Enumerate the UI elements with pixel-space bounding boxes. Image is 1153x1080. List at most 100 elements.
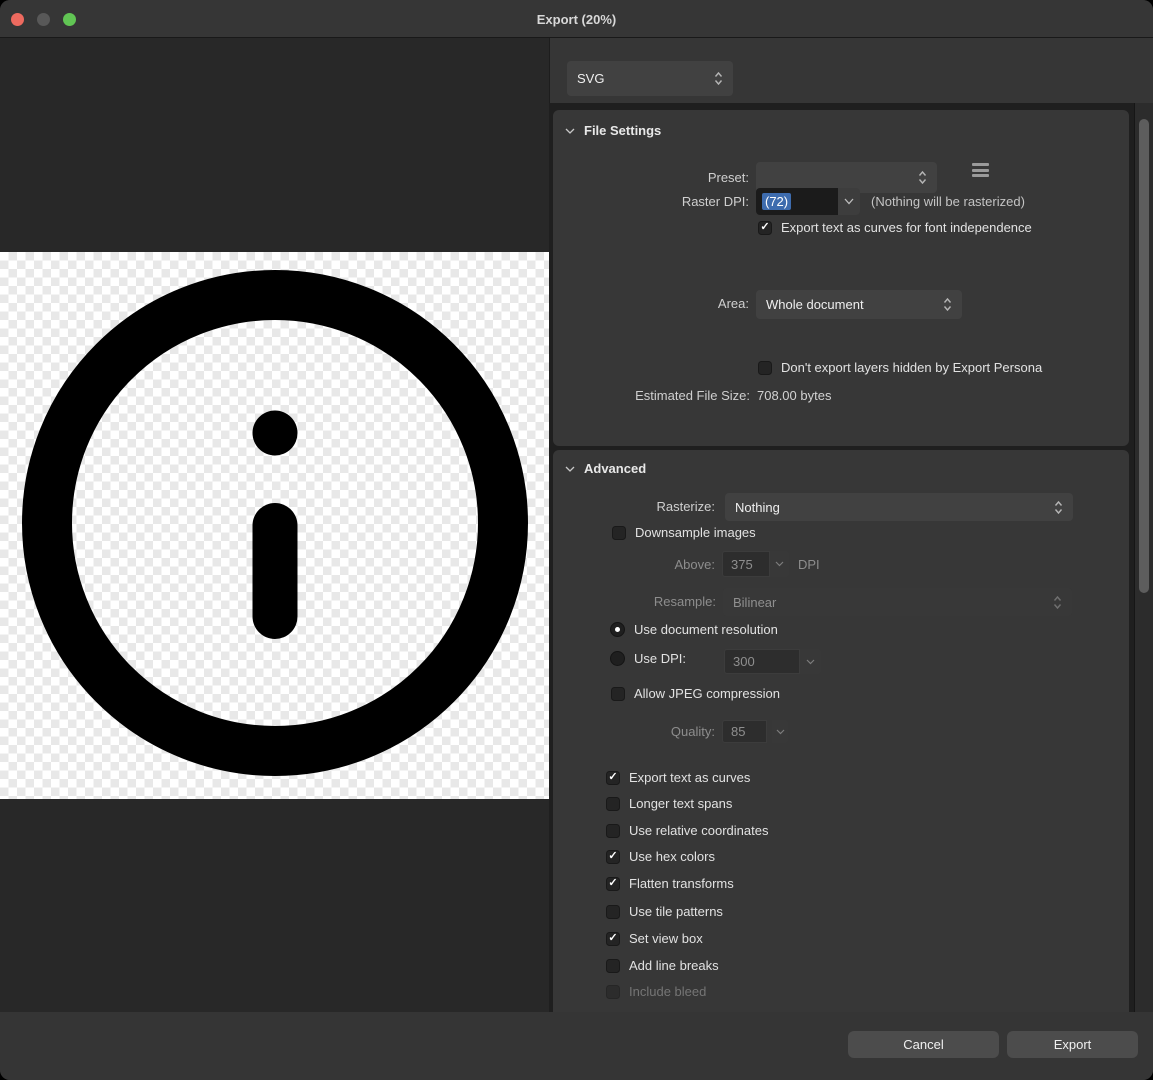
chevron-down-icon [775, 561, 784, 567]
raster-dpi-dropdown-button[interactable] [838, 188, 860, 215]
estimated-size-label: Estimated File Size: [553, 388, 750, 404]
section-title: Advanced [584, 461, 646, 476]
chevron-down-icon [565, 466, 575, 472]
checkbox-dont-export-hidden[interactable]: ✓ Don't export layers hidden by Export P… [758, 360, 1042, 375]
checkbox-box: ✓ [606, 959, 620, 973]
checkbox-allow-jpeg-compression[interactable]: ✓ Allow JPEG compression [611, 686, 780, 701]
checkbox-use-hex-colors[interactable]: ✓ Use hex colors [606, 849, 715, 864]
checkbox-label: Use relative coordinates [629, 823, 768, 838]
checkbox-box: ✓ [606, 850, 620, 864]
rasterize-select-value: Nothing [735, 500, 1054, 515]
checkbox-box: ✓ [606, 932, 620, 946]
chevron-down-icon [844, 198, 854, 205]
quality-dropdown-button[interactable] [772, 720, 788, 743]
checkbox-box: ✓ [758, 221, 772, 235]
use-dpi-value: 300 [733, 654, 755, 669]
quality-input[interactable]: 85 [722, 720, 767, 743]
raster-dpi-note: (Nothing will be rasterized) [871, 194, 1025, 210]
checkbox-label: Flatten transforms [629, 876, 734, 891]
checkbox-use-relative-coordinates[interactable]: ✓ Use relative coordinates [606, 823, 768, 838]
checkbox-label: Set view box [629, 931, 703, 946]
file-settings-header[interactable]: File Settings [565, 123, 661, 138]
checkbox-box: ✓ [606, 797, 620, 811]
updown-chevrons-icon [943, 297, 952, 312]
updown-chevrons-icon [1053, 595, 1062, 610]
checkbox-add-line-breaks[interactable]: ✓ Add line breaks [606, 958, 719, 973]
preset-menu-icon[interactable] [972, 163, 989, 177]
checkbox-label: Export text as curves [629, 770, 750, 785]
check-icon: ✓ [608, 878, 617, 889]
raster-dpi-input[interactable]: (72) [756, 188, 838, 215]
radio-circle [610, 622, 625, 637]
checkbox-box: ✓ [606, 824, 620, 838]
checkbox-downsample-images[interactable]: ✓ Downsample images [612, 525, 756, 540]
scrollbar-thumb[interactable] [1139, 119, 1149, 593]
above-label: Above: [553, 557, 715, 573]
info-icon-artwork [0, 252, 549, 799]
checkbox-use-tile-patterns[interactable]: ✓ Use tile patterns [606, 904, 723, 919]
estimated-size-value: 708.00 bytes [757, 388, 831, 404]
file-settings-section: File Settings Preset: Raster DPI: (72) [553, 110, 1129, 446]
resample-label: Resample: [553, 594, 716, 610]
area-select-value: Whole document [766, 297, 943, 312]
resample-select[interactable]: Bilinear [723, 588, 1072, 616]
checkbox-box: ✓ [606, 905, 620, 919]
radio-circle [610, 651, 625, 666]
rasterize-label: Rasterize: [553, 499, 715, 515]
resample-select-value: Bilinear [733, 595, 1053, 610]
above-dpi-dropdown-button[interactable] [770, 551, 789, 577]
transparency-checkerboard [0, 252, 549, 799]
chevron-down-icon [565, 128, 575, 134]
above-dpi-value: 375 [731, 557, 753, 572]
advanced-section: Advanced Rasterize: Nothing ✓ Downsample… [553, 450, 1129, 1012]
checkbox-include-bleed[interactable]: ✓ Include bleed [606, 984, 706, 999]
checkbox-export-text-curves-font[interactable]: ✓ Export text as curves for font indepen… [758, 220, 1032, 235]
above-dpi-input[interactable]: 375 [722, 551, 770, 577]
checkbox-box: ✓ [606, 985, 620, 999]
quality-label: Quality: [553, 724, 715, 740]
use-dpi-input[interactable]: 300 [724, 649, 800, 674]
title-bar[interactable]: Export (20%) [0, 0, 1153, 38]
checkbox-set-view-box[interactable]: ✓ Set view box [606, 931, 703, 946]
export-button[interactable]: Export [1007, 1031, 1138, 1058]
rasterize-select[interactable]: Nothing [725, 493, 1073, 521]
export-dialog: Export (20%) SVG [0, 0, 1153, 1080]
checkbox-label: Downsample images [635, 525, 756, 540]
preview-pane[interactable] [0, 38, 549, 1012]
radio-label: Use document resolution [634, 622, 778, 637]
dialog-footer: Cancel Export [0, 1012, 1153, 1080]
checkbox-label: Include bleed [629, 984, 706, 999]
checkbox-label: Add line breaks [629, 958, 719, 973]
window-title: Export (20%) [0, 0, 1153, 38]
settings-scroll-area[interactable]: File Settings Preset: Raster DPI: (72) [549, 103, 1153, 1012]
checkbox-label: Use tile patterns [629, 904, 723, 919]
area-select[interactable]: Whole document [756, 290, 962, 319]
checkbox-flatten-transforms[interactable]: ✓ Flatten transforms [606, 876, 734, 891]
area-label: Area: [553, 296, 749, 312]
use-dpi-dropdown-button[interactable] [800, 649, 821, 674]
above-dpi-unit: DPI [798, 557, 828, 573]
raster-dpi-label: Raster DPI: [553, 194, 749, 210]
checkbox-longer-text-spans[interactable]: ✓ Longer text spans [606, 796, 732, 811]
advanced-header[interactable]: Advanced [565, 461, 646, 476]
updown-chevrons-icon [918, 170, 927, 185]
checkbox-label: Export text as curves for font independe… [781, 220, 1032, 235]
updown-chevrons-icon [1054, 500, 1063, 515]
check-icon: ✓ [608, 933, 617, 944]
check-icon: ✓ [760, 222, 769, 233]
checkbox-label: Longer text spans [629, 796, 732, 811]
radio-use-document-resolution[interactable]: Use document resolution [610, 622, 778, 637]
format-select[interactable]: SVG [567, 61, 733, 96]
checkbox-label: Use hex colors [629, 849, 715, 864]
checkbox-export-text-as-curves[interactable]: ✓ Export text as curves [606, 770, 750, 785]
checkbox-box: ✓ [606, 877, 620, 891]
format-bar: SVG [549, 38, 1153, 103]
format-select-value: SVG [577, 71, 714, 86]
chevron-down-icon [806, 659, 815, 665]
checkbox-box: ✓ [758, 361, 772, 375]
cancel-button[interactable]: Cancel [848, 1031, 999, 1058]
scrollbar-track[interactable] [1134, 103, 1153, 1012]
checkbox-box: ✓ [611, 687, 625, 701]
radio-use-dpi[interactable]: Use DPI: [610, 651, 686, 666]
radio-label: Use DPI: [634, 651, 686, 666]
